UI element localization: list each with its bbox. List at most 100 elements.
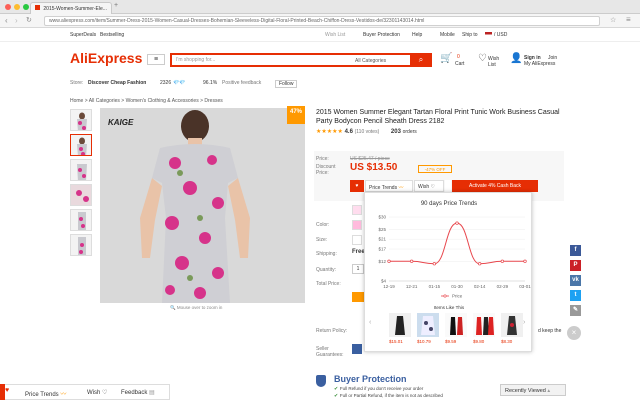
tab-favicon bbox=[35, 5, 40, 10]
x-tick-label: 02-29 bbox=[497, 284, 509, 289]
bp-line-2: ✔ Full or Partial Refund, if the item is… bbox=[334, 393, 443, 399]
quantity-input[interactable]: 1 bbox=[352, 264, 364, 274]
feedback-label: Feedback bbox=[121, 390, 148, 396]
zoom-hint: 🔍 Mouse over to zoom in bbox=[170, 305, 223, 310]
size-label: Size: bbox=[316, 237, 328, 243]
wish-list-link[interactable]: Wish List bbox=[325, 32, 345, 38]
similar-item-price: $15.01 bbox=[389, 339, 403, 344]
close-icon[interactable]: × bbox=[567, 326, 581, 340]
price-point bbox=[523, 259, 527, 263]
search-button[interactable]: ⌕ bbox=[410, 53, 432, 67]
extension-logo-icon[interactable]: ♥ bbox=[5, 387, 9, 394]
vk-icon[interactable]: vk bbox=[570, 275, 581, 286]
discount-badge: 47% bbox=[287, 106, 305, 124]
quantity-label: Quantity: bbox=[316, 267, 337, 273]
recently-viewed-button[interactable]: Recently Viewed ▴ bbox=[500, 384, 566, 396]
pinterest-icon[interactable]: P bbox=[570, 260, 581, 271]
edit-icon[interactable]: ✎ bbox=[570, 305, 581, 316]
product-thumbnail[interactable] bbox=[70, 109, 92, 131]
minimize-window-icon[interactable] bbox=[14, 4, 20, 10]
product-thumbnail[interactable] bbox=[70, 134, 92, 156]
product-thumbnail[interactable] bbox=[70, 159, 92, 181]
color-option[interactable] bbox=[352, 220, 362, 230]
breadcrumb[interactable]: Home > All Categories > Women's Clothing… bbox=[70, 98, 223, 104]
buyer-protection-shield-icon bbox=[316, 375, 326, 387]
legend-marker bbox=[443, 294, 447, 298]
facebook-icon[interactable]: f bbox=[570, 245, 581, 256]
heart-icon: ♡ bbox=[430, 184, 435, 190]
product-thumbnail[interactable] bbox=[70, 234, 92, 256]
site-top-nav: SuperDeals Bestselling Wish List Buyer P… bbox=[0, 28, 640, 42]
trend-line-icon: 〰 bbox=[398, 185, 404, 191]
cashback-button[interactable]: Activate 4% Cash Back bbox=[452, 180, 538, 192]
mobile-link[interactable]: Mobile bbox=[440, 32, 455, 38]
similar-item-thumbnail[interactable] bbox=[501, 313, 523, 337]
similar-item-price: $9.80 bbox=[473, 339, 485, 344]
store-name-link[interactable]: Discover Cheap Fashion bbox=[88, 80, 146, 86]
close-window-icon[interactable] bbox=[5, 4, 11, 10]
product-thumbnail[interactable] bbox=[70, 184, 92, 206]
buy-now-button[interactable] bbox=[352, 292, 364, 302]
x-tick-label: 03-01 bbox=[519, 284, 531, 289]
wish-bottom-label: Wish bbox=[87, 390, 101, 396]
check-icon: ✔ bbox=[334, 393, 339, 399]
color-swatch[interactable] bbox=[352, 205, 362, 215]
color-label: Color: bbox=[316, 222, 330, 228]
price-trends-popup: 90 days Price Trends $4 $12 $17 $21 $25 $30 12… bbox=[364, 192, 532, 352]
votes-count[interactable]: (110 votes) bbox=[355, 129, 380, 135]
spacer bbox=[445, 180, 451, 192]
follow-button[interactable]: Follow bbox=[275, 80, 298, 88]
prev-arrow-icon[interactable]: ‹ bbox=[369, 319, 371, 326]
ship-to-label[interactable]: Ship to bbox=[462, 32, 478, 38]
my-aliexpress-link[interactable]: My AliExpress bbox=[524, 61, 555, 67]
address-bar[interactable]: www.aliexpress.com/item/Summer-Dress-201… bbox=[44, 16, 600, 26]
feedback-button[interactable]: Feedback ▤ bbox=[121, 389, 155, 396]
buyer-protection-link[interactable]: Buyer Protection bbox=[363, 32, 400, 38]
total-price-label: Total Price: bbox=[316, 281, 341, 287]
store-bar: Store: Discover Cheap Fashion 2326 💎💎 96… bbox=[0, 78, 640, 90]
wish-list-label[interactable]: Wish List bbox=[488, 56, 504, 68]
cart-icon[interactable]: 🛒 bbox=[440, 53, 452, 64]
category-menu-button[interactable]: ≡ bbox=[147, 54, 165, 65]
similar-item-thumbnail[interactable] bbox=[445, 313, 467, 337]
product-thumbnail[interactable] bbox=[70, 209, 92, 231]
bp-line-2-text: Full or Partial Refund, if the item is n… bbox=[339, 393, 443, 398]
forward-arrow-icon[interactable]: › bbox=[15, 16, 18, 25]
heart-icon[interactable]: ♡ bbox=[478, 53, 487, 64]
feedback-label[interactable]: Positive feedback bbox=[222, 80, 261, 86]
new-tab-button[interactable]: + bbox=[114, 2, 118, 9]
orders-label: orders bbox=[402, 129, 417, 135]
similar-item-thumbnail[interactable] bbox=[389, 313, 411, 337]
price-trends-button[interactable]: Price Trends 〰 bbox=[365, 180, 413, 192]
back-arrow-icon[interactable]: ‹ bbox=[5, 16, 8, 25]
browser-tab[interactable]: 2015-Women-Summer-Ele... bbox=[30, 2, 112, 14]
price-label: Price: bbox=[316, 156, 329, 162]
maximize-window-icon[interactable] bbox=[23, 4, 29, 10]
menu-icon[interactable]: ≡ bbox=[626, 15, 631, 24]
similar-item-thumbnail[interactable] bbox=[417, 313, 439, 337]
bookmark-star-icon[interactable]: ☆ bbox=[610, 16, 616, 24]
aliexpress-logo[interactable]: AliExpress bbox=[70, 50, 142, 66]
main-product-image[interactable] bbox=[100, 108, 305, 303]
help-link[interactable]: Help bbox=[412, 32, 422, 38]
user-icon[interactable]: 👤 bbox=[510, 53, 522, 64]
currency-selector[interactable]: / USD bbox=[494, 32, 507, 38]
wish-button[interactable]: Wish ♡ bbox=[414, 180, 444, 192]
super-deals-link[interactable]: SuperDeals bbox=[70, 32, 96, 38]
price-point bbox=[478, 262, 482, 266]
check-icon: ✔ bbox=[334, 386, 339, 392]
cart-label[interactable]: Cart bbox=[455, 61, 464, 67]
cart-count: 0 bbox=[457, 54, 460, 60]
price-trends-bottom-button[interactable]: Price Trends 〰 bbox=[25, 389, 66, 398]
return-policy-note: d keep the bbox=[538, 328, 562, 334]
bestselling-link[interactable]: Bestselling bbox=[100, 32, 124, 38]
wish-bottom-button[interactable]: Wish ♡ bbox=[87, 389, 107, 396]
extension-logo-icon[interactable]: ♥ bbox=[350, 180, 364, 192]
reload-icon[interactable]: ↻ bbox=[26, 16, 32, 24]
all-categories-select[interactable]: All Categories bbox=[355, 58, 386, 64]
discount-price-label: Discount Price: bbox=[316, 164, 336, 176]
size-option[interactable] bbox=[352, 235, 362, 245]
twitter-icon[interactable]: t bbox=[570, 290, 581, 301]
next-arrow-icon[interactable]: › bbox=[523, 319, 525, 326]
similar-item-thumbnail[interactable] bbox=[473, 313, 495, 337]
